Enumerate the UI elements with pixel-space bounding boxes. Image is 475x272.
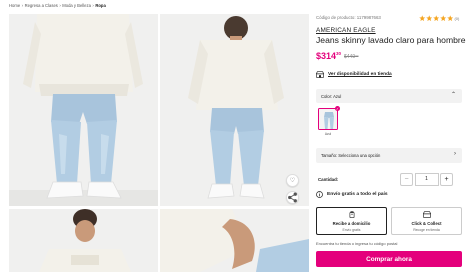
model-arm-illustration: [160, 209, 309, 272]
quantity-increase-button[interactable]: +: [440, 172, 453, 186]
store-icon: [316, 71, 324, 78]
color-options: ✓ Azul: [316, 104, 462, 142]
swatch-label: Azul: [324, 132, 332, 136]
chevron-up-icon: ⌃: [450, 92, 456, 98]
breadcrumb-home[interactable]: Home: [9, 3, 20, 8]
price-main: $314: [316, 51, 337, 61]
size-selector[interactable]: Tamaño: Selecciona una opción ›: [316, 148, 462, 163]
check-icon: ✓: [335, 106, 340, 111]
model-face-illustration: [9, 209, 158, 272]
share-button[interactable]: [286, 191, 299, 204]
info-icon: [316, 191, 323, 198]
product-meta-row: Código de producto: 1179987663 (0): [316, 14, 466, 22]
color-swatch-azul[interactable]: [318, 108, 338, 130]
star-icon: [433, 15, 440, 21]
old-price: $44900: [344, 54, 358, 60]
product-photo-back[interactable]: ♡: [160, 14, 309, 206]
breadcrumb: Home › Regresa a Clases › Moda y Belleza › Rop…: [9, 3, 106, 8]
star-icon: [439, 15, 446, 21]
color-label: Color: Azul: [321, 93, 342, 99]
chevron-right-icon: ›: [454, 151, 456, 157]
buy-now-button[interactable]: Comprar ahora: [316, 251, 462, 267]
price-cents: 30: [336, 51, 342, 56]
quantity-decrease-button[interactable]: −: [400, 172, 413, 186]
brand-link[interactable]: AMERICAN EAGLE: [316, 27, 376, 34]
rating-count: (0): [454, 15, 460, 21]
store-icon: [422, 211, 431, 218]
product-title: Jeans skinny lavado claro para hombre: [316, 35, 466, 45]
star-icon: [426, 15, 433, 21]
quantity-value[interactable]: 1: [414, 172, 439, 186]
delivery-icon: [349, 211, 354, 218]
zip-hint[interactable]: Encuentra tu tienda o ingresa tu código …: [316, 241, 397, 246]
model-front-illustration: [9, 14, 158, 206]
heart-icon: ♡: [289, 178, 296, 184]
delivery-option-title: Click & Collect: [411, 221, 442, 226]
shipping-label: Envío gratis a todo el país: [327, 192, 388, 197]
quantity-label: Cantidad:: [318, 177, 339, 182]
product-photo-detail-front[interactable]: [9, 209, 158, 272]
breadcrumb-regresa-a-clases[interactable]: Regresa a Clases: [25, 3, 58, 8]
delivery-option-title: Recibe a domicilio: [332, 221, 371, 226]
color-selector-header[interactable]: Color: Azul ⌃: [316, 89, 462, 103]
old-price-cents: 00: [355, 54, 359, 58]
product-photo-detail-side[interactable]: [160, 209, 309, 272]
availability-label: Ver disponibilidad en tienda: [328, 72, 392, 77]
quantity-stepper: − 1 +: [400, 172, 453, 186]
star-icon: [419, 15, 426, 21]
breadcrumb-current: Ropa: [95, 3, 106, 8]
delivery-option-home[interactable]: Recibe a domicilio Envío gratis: [316, 207, 387, 235]
rating-stars[interactable]: (0): [419, 14, 459, 22]
availability-link[interactable]: Ver disponibilidad en tienda: [316, 70, 392, 79]
jeans-thumbnail-icon: [319, 109, 337, 129]
delivery-option-click-collect[interactable]: Click & Collect Recoge en tienda: [391, 207, 462, 235]
star-icon: [446, 15, 453, 21]
product-photo-front[interactable]: [9, 14, 158, 206]
delivery-option-subtitle: Envío gratis: [342, 228, 361, 232]
old-price-main: $449: [344, 54, 356, 60]
product-code: Código de producto: 1179987663: [316, 15, 381, 20]
favorite-button[interactable]: ♡: [286, 174, 299, 187]
shipping-info: Envío gratis a todo el país: [316, 190, 388, 199]
delivery-option-subtitle: Recoge en tienda: [413, 228, 440, 232]
share-icon: [288, 192, 297, 203]
breadcrumb-moda-y-belleza[interactable]: Moda y Belleza: [62, 3, 91, 8]
current-price: $31430: [316, 51, 341, 61]
size-label: Tamaño: Selecciona una opción: [321, 153, 381, 158]
